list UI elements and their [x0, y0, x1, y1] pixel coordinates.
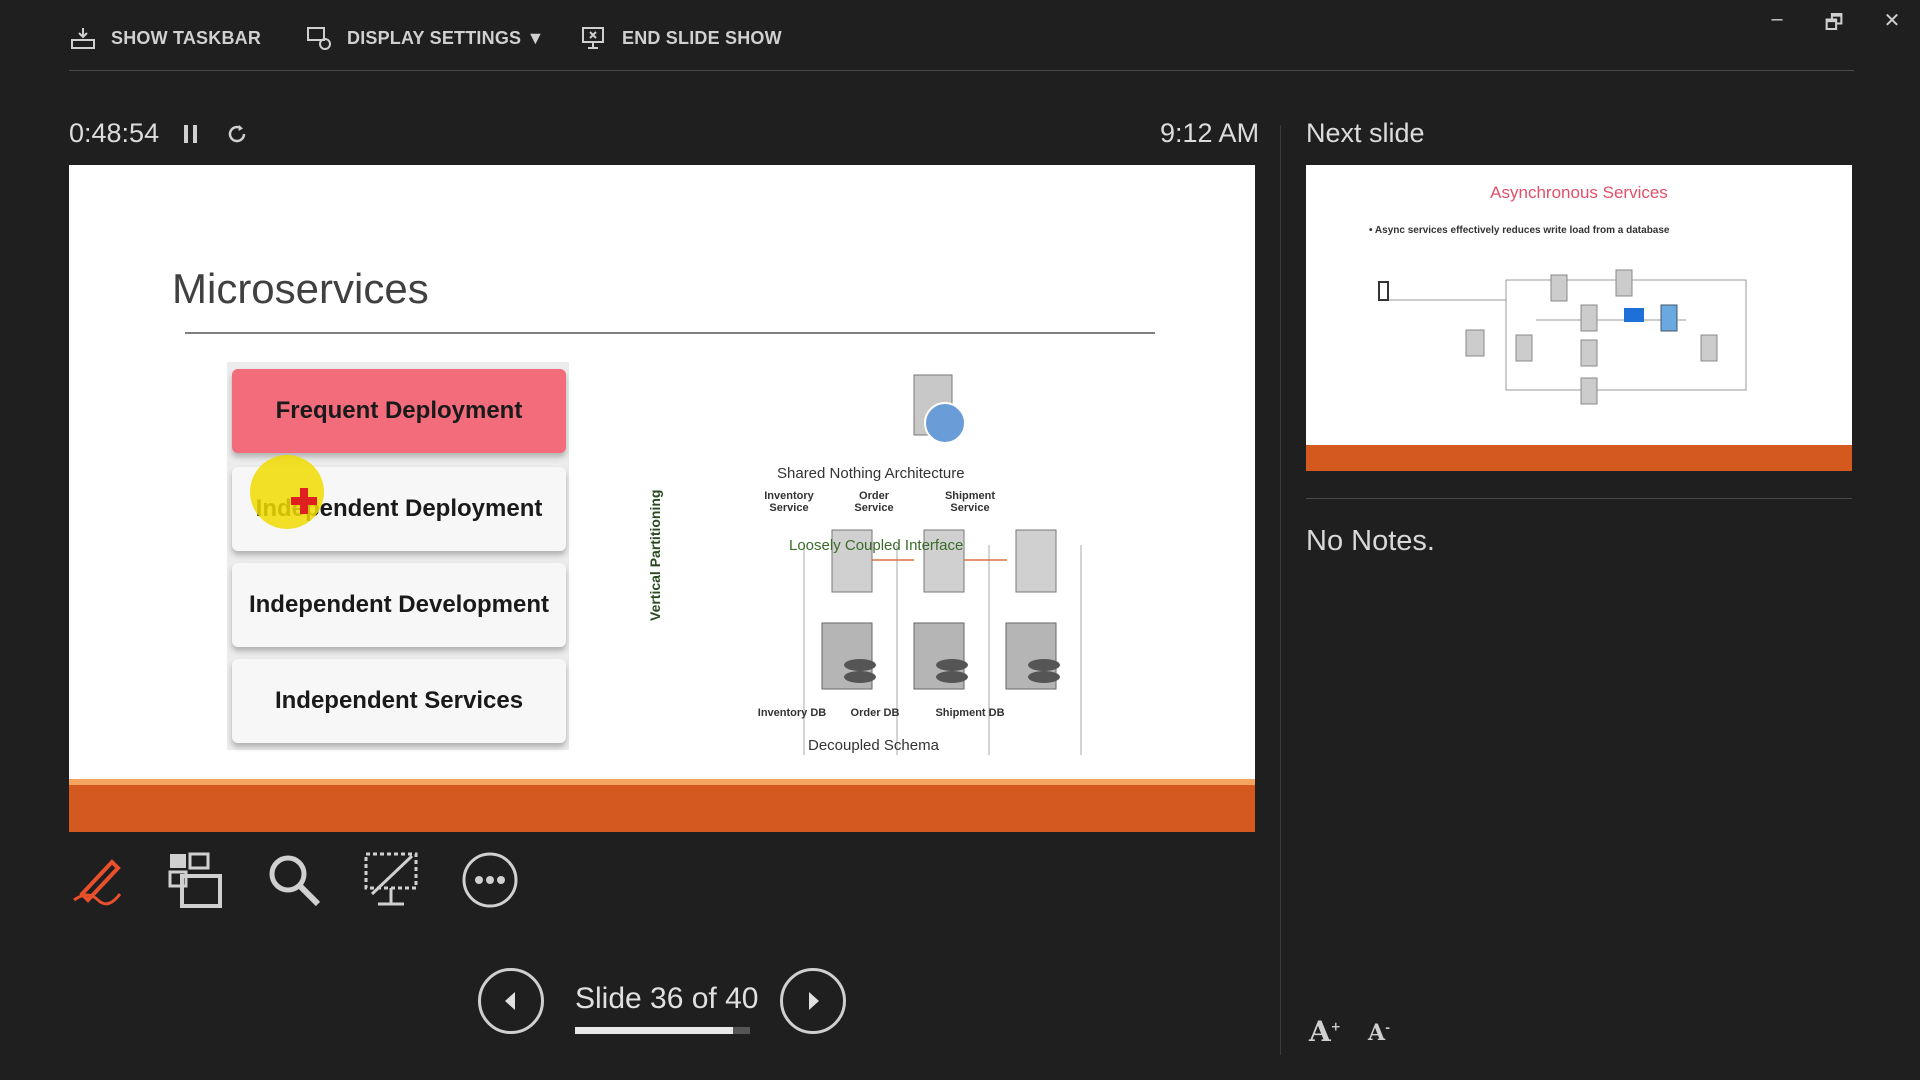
slide-counter[interactable]: Slide 36 of 40 [575, 982, 758, 1016]
display-settings-icon [307, 27, 331, 50]
db-label: Order DB [850, 707, 900, 719]
interface-label: Loosely Coupled Interface [789, 537, 964, 554]
next-slide-title: Asynchronous Services [1490, 183, 1668, 202]
db-label: Inventory DB [757, 707, 827, 719]
font-decrease-icon[interactable]: A- [1368, 1020, 1390, 1046]
pause-icon[interactable] [180, 122, 202, 146]
more-icon[interactable] [460, 850, 520, 910]
restore-button[interactable]: 🗗 [1814, 8, 1854, 42]
notes-divider [1306, 498, 1852, 499]
service-label: Order Service [854, 490, 894, 514]
slides-grid-icon[interactable] [166, 850, 226, 910]
laser-cross-icon [289, 486, 319, 516]
slide-title: Microservices [172, 265, 429, 312]
next-slide-label: Next slide [1306, 118, 1425, 148]
next-slide-footer-band [1306, 445, 1852, 471]
next-slide-button[interactable] [780, 968, 846, 1034]
slide-progress-fill [575, 1027, 733, 1034]
taskbar-icon [71, 28, 95, 49]
diagram-header: Shared Nothing Architecture [777, 465, 965, 482]
vertical-partitioning-label: Vertical Partitioning [647, 489, 663, 621]
clock: 9:12 AM [1160, 118, 1260, 148]
prev-arrow-icon [505, 992, 515, 1010]
architecture-diagram [803, 374, 1082, 755]
box-independent-services: Independent Services [232, 659, 566, 743]
slide-footer-band [69, 785, 1255, 832]
minimize-button[interactable]: – [1757, 8, 1797, 31]
toolbar-divider [69, 70, 1854, 71]
next-slide-bullet: • Async services effectively reduces wri… [1369, 225, 1670, 236]
pen-icon[interactable] [68, 850, 128, 910]
prev-slide-button[interactable] [478, 968, 544, 1034]
elapsed-timer: 0:48:54 [69, 118, 160, 148]
end-slide-show-button[interactable]: END SLIDE SHOW [580, 18, 782, 58]
black-screen-icon[interactable] [362, 850, 422, 910]
service-label: Shipment Service [944, 490, 996, 514]
show-taskbar-button[interactable]: SHOW TASKBAR [69, 18, 261, 58]
display-settings-label: DISPLAY SETTINGS ▼ [347, 27, 545, 48]
async-diagram [1378, 269, 1747, 405]
next-slide-preview[interactable]: Asynchronous Services • Async services e… [1306, 165, 1852, 471]
diagram-footer: Decoupled Schema [808, 737, 939, 754]
service-label: Inventory Service [764, 490, 814, 514]
end-show-icon [582, 27, 604, 49]
title-underline [185, 332, 1155, 334]
pane-divider [1280, 125, 1281, 1055]
current-slide[interactable]: Microservices Frequent Deployment Indepe… [69, 165, 1255, 832]
close-button[interactable]: ✕ [1872, 8, 1912, 33]
db-label: Shipment DB [935, 707, 1005, 719]
zoom-icon[interactable] [264, 850, 324, 910]
slide-progress-bar [575, 1027, 750, 1034]
web-server-icon [913, 374, 966, 444]
end-slide-show-label: END SLIDE SHOW [622, 27, 782, 48]
display-settings-button[interactable]: DISPLAY SETTINGS ▼ [305, 18, 544, 58]
box-frequent-deployment: Frequent Deployment [232, 369, 566, 453]
next-arrow-icon [809, 992, 819, 1010]
show-taskbar-label: SHOW TASKBAR [111, 27, 262, 48]
font-increase-icon[interactable]: A+ [1309, 1015, 1341, 1048]
restart-icon[interactable] [224, 121, 250, 147]
speaker-notes[interactable]: No Notes. [1306, 525, 1435, 558]
box-independent-development: Independent Development [232, 563, 566, 647]
